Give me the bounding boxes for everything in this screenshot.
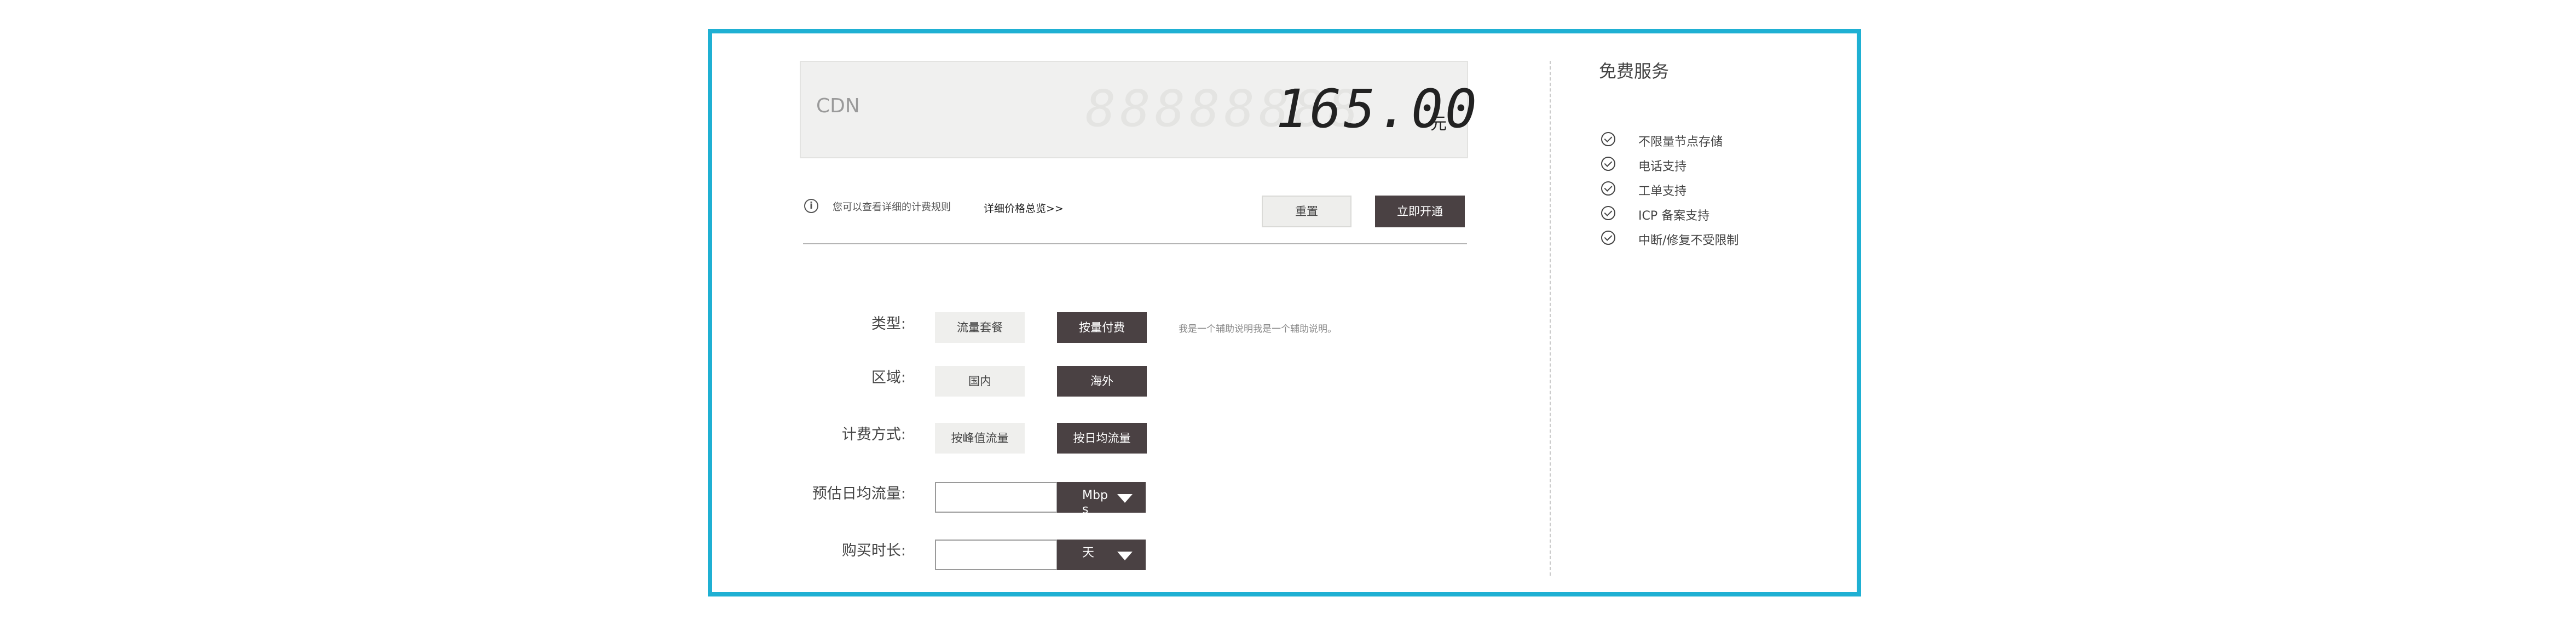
check-circle-icon xyxy=(1601,157,1615,171)
check-circle-icon xyxy=(1601,181,1615,196)
billing-option-peak[interactable]: 按峰值流量 xyxy=(935,423,1025,454)
duration-input[interactable] xyxy=(935,540,1058,570)
daily-traffic-input[interactable] xyxy=(935,482,1058,513)
check-circle-icon xyxy=(1601,132,1615,146)
divider xyxy=(803,243,1467,244)
chevron-down-icon xyxy=(1117,494,1133,503)
open-now-button[interactable]: 立即开通 xyxy=(1375,196,1465,227)
type-label: 类型: xyxy=(871,316,906,332)
daily-traffic-label: 预估日均流量: xyxy=(812,485,906,502)
cdn-purchase-panel: CDN 88888888 165.00 元 i 您可以查看详细的计费规则 详细价… xyxy=(708,29,1861,596)
duration-unit-value: 天 xyxy=(1082,546,1095,560)
traffic-unit-select[interactable]: Mbps xyxy=(1057,482,1146,517)
billing-option-daily-average[interactable]: 按日均流量 xyxy=(1057,423,1147,454)
region-option-overseas[interactable]: 海外 xyxy=(1057,366,1147,397)
vertical-divider xyxy=(1550,61,1551,576)
chevron-down-icon xyxy=(1117,552,1133,560)
region-label: 区域: xyxy=(871,369,906,386)
check-circle-icon xyxy=(1601,231,1615,245)
type-option-pay-as-you-go[interactable]: 按量付费 xyxy=(1057,312,1147,343)
duration-unit-select[interactable]: 天 xyxy=(1057,540,1146,570)
price-overview-link[interactable]: 详细价格总览>> xyxy=(984,200,1064,215)
reset-button[interactable]: 重置 xyxy=(1262,196,1351,227)
type-helper-text: 我是一个辅助说明我是一个辅助说明。 xyxy=(1179,324,1337,335)
product-label: CDN xyxy=(816,95,860,117)
free-service-item-label: 工单支持 xyxy=(1638,185,1687,198)
price-amount: 165.00 xyxy=(1276,78,1479,140)
price-unit: 元 xyxy=(1430,114,1447,134)
billing-method-label: 计费方式: xyxy=(841,426,906,443)
traffic-unit-value: Mbps xyxy=(1082,489,1108,517)
type-option-package[interactable]: 流量套餐 xyxy=(935,312,1025,343)
free-service-title: 免费服务 xyxy=(1599,61,1670,82)
free-service-item-label: 电话支持 xyxy=(1638,160,1687,174)
info-icon: i xyxy=(804,199,818,213)
check-circle-icon xyxy=(1601,206,1615,220)
free-service-item-label: 中断/修复不受限制 xyxy=(1638,234,1739,248)
price-display: CDN 88888888 165.00 元 xyxy=(800,61,1477,158)
billing-rules-note: 您可以查看详细的计费规则 xyxy=(833,202,951,213)
duration-label: 购买时长: xyxy=(841,542,906,559)
free-service-item-label: ICP 备案支持 xyxy=(1638,209,1710,223)
region-option-domestic[interactable]: 国内 xyxy=(935,366,1025,397)
free-service-item-label: 不限量节点存储 xyxy=(1638,135,1723,149)
